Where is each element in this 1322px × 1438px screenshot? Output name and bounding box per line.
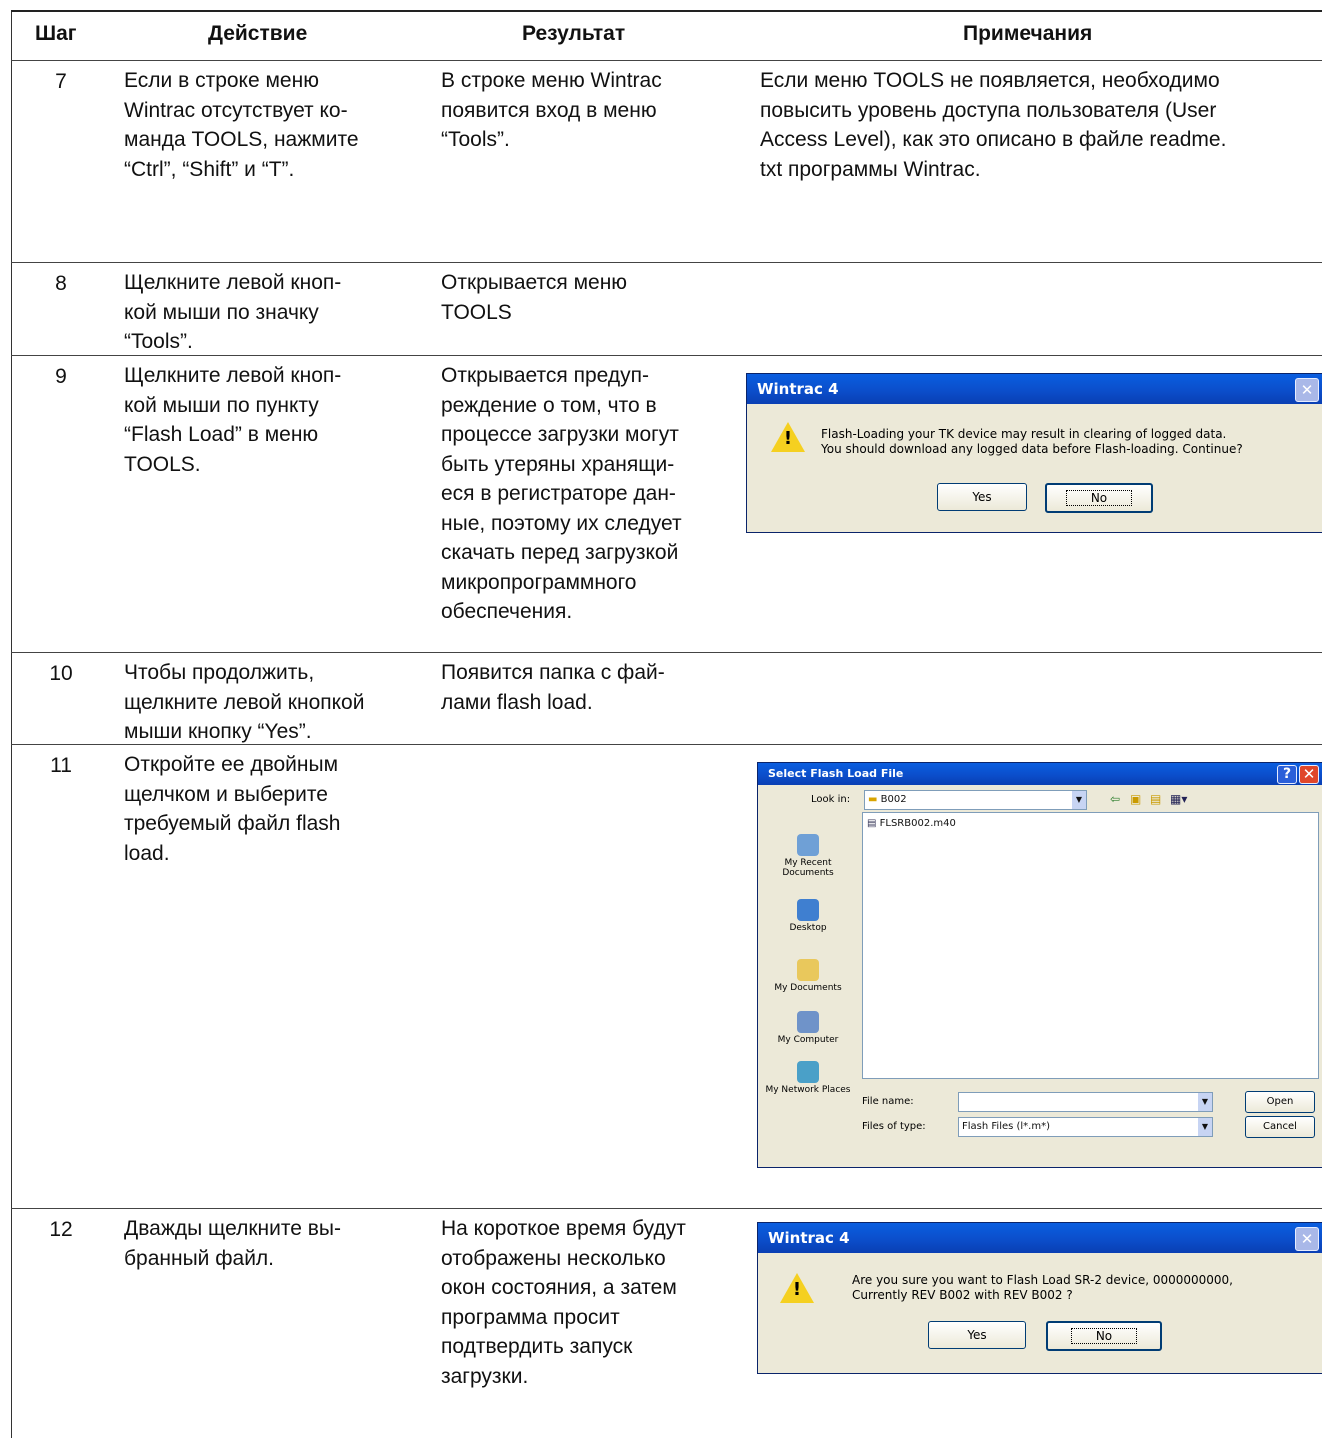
file-name-field[interactable]: ▼ (958, 1092, 1213, 1112)
file-item[interactable]: ▤ FLSRB002.m40 (867, 815, 956, 833)
flash-confirm-dialog: Wintrac 4 ✕ ! Are you sure you want to F… (757, 1222, 1322, 1374)
result-text: В строке меню Wintrac появится вход в ме… (441, 69, 662, 151)
instruction-table: Шаг Действие Результат Примечания 7 Если… (0, 0, 1322, 1438)
dialog-title: Wintrac 4 (757, 380, 839, 398)
result-text: Открывается предуп- реждение о том, что … (441, 364, 682, 623)
step-number: 8 (55, 272, 67, 295)
header-step: Шаг (35, 22, 77, 45)
header-result: Результат (522, 22, 626, 45)
flash-warning-dialog: Wintrac 4 ✕ ! Flash-Loading your TK devi… (746, 373, 1322, 533)
up-folder-icon[interactable]: ▣ (1130, 792, 1141, 806)
dialog-titlebar: Select Flash Load File ? ✕ (758, 763, 1322, 785)
select-flash-load-dialog: Select Flash Load File ? ✕ Look in: ▬ B0… (757, 762, 1322, 1168)
action-text: Чтобы продолжить, щелкните левой кнопкой… (124, 661, 365, 743)
step-number: 11 (50, 754, 72, 777)
view-menu-icon[interactable]: ▦▾ (1170, 792, 1187, 806)
no-button[interactable]: No (1045, 483, 1153, 513)
step-number: 12 (49, 1218, 73, 1241)
action-text: Щелкните левой кноп- кой мыши по пункту … (124, 364, 342, 476)
result-text: На короткое время будут отображены неско… (441, 1217, 686, 1388)
place-my-computer[interactable]: My Computer (764, 1011, 852, 1045)
my-computer-icon (797, 1011, 819, 1033)
places-bar: My Recent Documents Desktop My Documents… (764, 814, 852, 1104)
file-list[interactable]: ▤ FLSRB002.m40 (862, 812, 1319, 1079)
dialog-title: Select Flash Load File (768, 767, 904, 780)
my-documents-icon (797, 959, 819, 981)
dialog-message: Are you sure you want to Flash Load SR-2… (852, 1273, 1233, 1302)
row-divider (11, 262, 1322, 263)
dialog-message: Flash-Loading your TK device may result … (821, 427, 1243, 456)
cancel-button[interactable]: Cancel (1245, 1116, 1315, 1138)
yes-button[interactable]: Yes (928, 1321, 1026, 1349)
step-number: 7 (55, 70, 67, 93)
desktop-icon (797, 899, 819, 921)
header-notes: Примечания (963, 22, 1093, 45)
action-text: Дважды щелкните вы- бранный файл. (124, 1217, 341, 1270)
help-icon[interactable]: ? (1277, 765, 1297, 784)
dialog-titlebar: Wintrac 4 ✕ (747, 374, 1322, 404)
place-recent[interactable]: My Recent Documents (764, 834, 852, 878)
network-places-icon (797, 1061, 819, 1083)
yes-button[interactable]: Yes (937, 483, 1027, 511)
place-network[interactable]: My Network Places (764, 1061, 852, 1095)
result-text: Появится папка с фай- лами flash load. (441, 661, 665, 714)
result-text: Открывается меню TOOLS (441, 271, 628, 324)
recent-documents-icon (797, 834, 819, 856)
files-of-type-select[interactable]: Flash Files (l*.m*) ▼ (958, 1117, 1213, 1137)
notes-text: Если меню TOOLS не появляется, необходим… (760, 69, 1227, 181)
look-in-label: Look in: (811, 794, 851, 805)
step-number: 10 (49, 662, 73, 685)
row-divider (11, 652, 1322, 653)
no-button[interactable]: No (1046, 1321, 1162, 1351)
new-folder-icon[interactable]: ▤ (1150, 792, 1161, 806)
look-in-combo[interactable]: ▬ B002 ▼ (864, 790, 1087, 810)
header-action: Действие (208, 22, 308, 45)
chevron-down-icon[interactable]: ▼ (1072, 791, 1086, 809)
table-top-border (11, 10, 1322, 12)
chevron-down-icon[interactable]: ▼ (1198, 1093, 1212, 1111)
action-text: Откройте ее двойным щелчком и выберите т… (124, 753, 341, 865)
file-icon: ▤ (867, 818, 877, 829)
action-text: Если в строке меню Wintrac отсутствует к… (124, 69, 359, 181)
place-desktop[interactable]: Desktop (764, 899, 852, 933)
chevron-down-icon[interactable]: ▼ (1198, 1118, 1212, 1136)
step-number: 9 (55, 365, 67, 388)
dialog-titlebar: Wintrac 4 ✕ (758, 1223, 1322, 1253)
row-divider (11, 1208, 1322, 1209)
close-icon[interactable]: ✕ (1299, 765, 1319, 784)
close-icon[interactable]: ✕ (1295, 1227, 1319, 1251)
place-my-documents[interactable]: My Documents (764, 959, 852, 993)
action-text: Щелкните левой кноп- кой мыши по значку … (124, 271, 342, 353)
close-icon[interactable]: ✕ (1295, 378, 1319, 402)
row-divider (11, 60, 1322, 61)
files-of-type-label: Files of type: (862, 1121, 926, 1132)
dialog-title: Wintrac 4 (768, 1229, 850, 1247)
file-name-label: File name: (862, 1096, 914, 1107)
table-left-border (11, 10, 12, 1438)
open-button[interactable]: Open (1245, 1091, 1315, 1113)
back-icon[interactable]: ⇦ (1110, 792, 1120, 806)
